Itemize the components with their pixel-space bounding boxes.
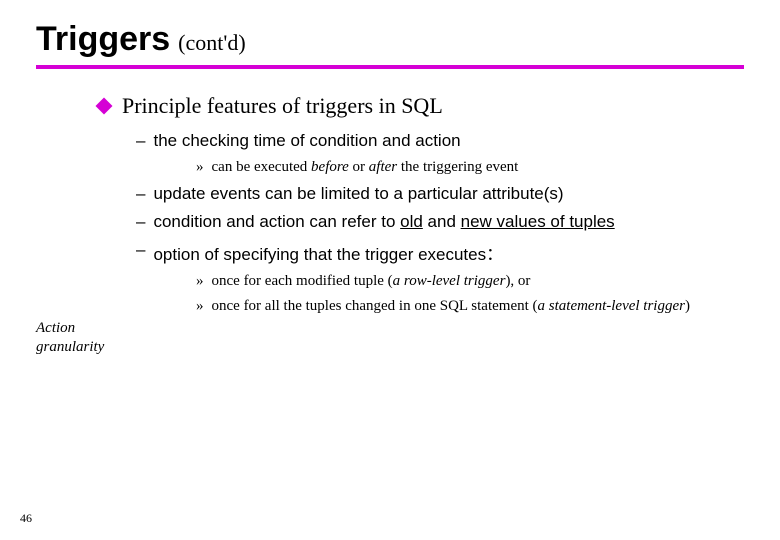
sub4-text: option of specifying that the trigger ex… (153, 240, 503, 265)
bullet-level3: » once for all the tuples changed in one… (196, 298, 744, 315)
text-fragment: once for each modified tuple ( (212, 273, 393, 289)
bullet-level2: – the checking time of condition and act… (136, 131, 744, 151)
title-sub: (cont'd) (178, 30, 246, 56)
text-fragment: and (423, 212, 461, 231)
bullet-level2: – option of specifying that the trigger … (136, 240, 744, 265)
text-fragment: the triggering event (397, 159, 518, 175)
sidelabel-line2: granularity (36, 339, 104, 355)
dash-icon: – (136, 240, 145, 260)
emph-row-level: a row-level trigger (393, 273, 506, 289)
sub3-text: condition and action can refer to old an… (153, 212, 614, 232)
text-fragment: ) (685, 298, 690, 314)
dash-icon: – (136, 131, 145, 151)
underline-old: old (400, 212, 423, 231)
underline-new: new values of tuples (461, 212, 615, 231)
bullet-level3: » can be executed before or after the tr… (196, 159, 744, 176)
side-annotation: Action granularity (36, 319, 106, 357)
bullet1-text: Principle features of triggers in SQL (122, 93, 443, 119)
text-fragment: once for all the tuples changed in one S… (212, 298, 538, 314)
emph-stmt-level: a statement-level trigger (538, 298, 685, 314)
opt2-text: once for all the tuples changed in one S… (212, 298, 690, 315)
dash-icon: – (136, 184, 145, 204)
slide: Triggers (cont'd) Principle features of … (0, 0, 780, 540)
raquo-icon: » (196, 273, 204, 290)
page-number: 46 (20, 511, 32, 526)
opt1-text: once for each modified tuple (a row-leve… (212, 273, 531, 290)
bullet-level2: – update events can be limited to a part… (136, 184, 744, 204)
text-fragment: condition and action can refer to (153, 212, 400, 231)
content-area: Principle features of triggers in SQL – … (0, 69, 780, 315)
raquo-icon: » (196, 298, 204, 315)
bullet-level2: – condition and action can refer to old … (136, 212, 744, 232)
title-row: Triggers (cont'd) (0, 0, 780, 63)
emph-after: after (369, 159, 397, 175)
text-fragment: can be executed (212, 159, 312, 175)
text-fragment: ), or (505, 273, 530, 289)
emph-before: before (311, 159, 349, 175)
diamond-bullet-icon (96, 98, 113, 115)
bullet-level3: » once for each modified tuple (a row-le… (196, 273, 744, 290)
sub1-detail: can be executed before or after the trig… (212, 159, 519, 176)
text-fragment: or (349, 159, 369, 175)
dash-icon: – (136, 212, 145, 232)
sub1-text: the checking time of condition and actio… (153, 131, 460, 151)
sidelabel-line1: Action (36, 320, 75, 336)
bullet-level1: Principle features of triggers in SQL (98, 93, 744, 119)
title-main: Triggers (36, 20, 170, 59)
sub2-text: update events can be limited to a partic… (153, 184, 563, 204)
raquo-icon: » (196, 159, 204, 176)
